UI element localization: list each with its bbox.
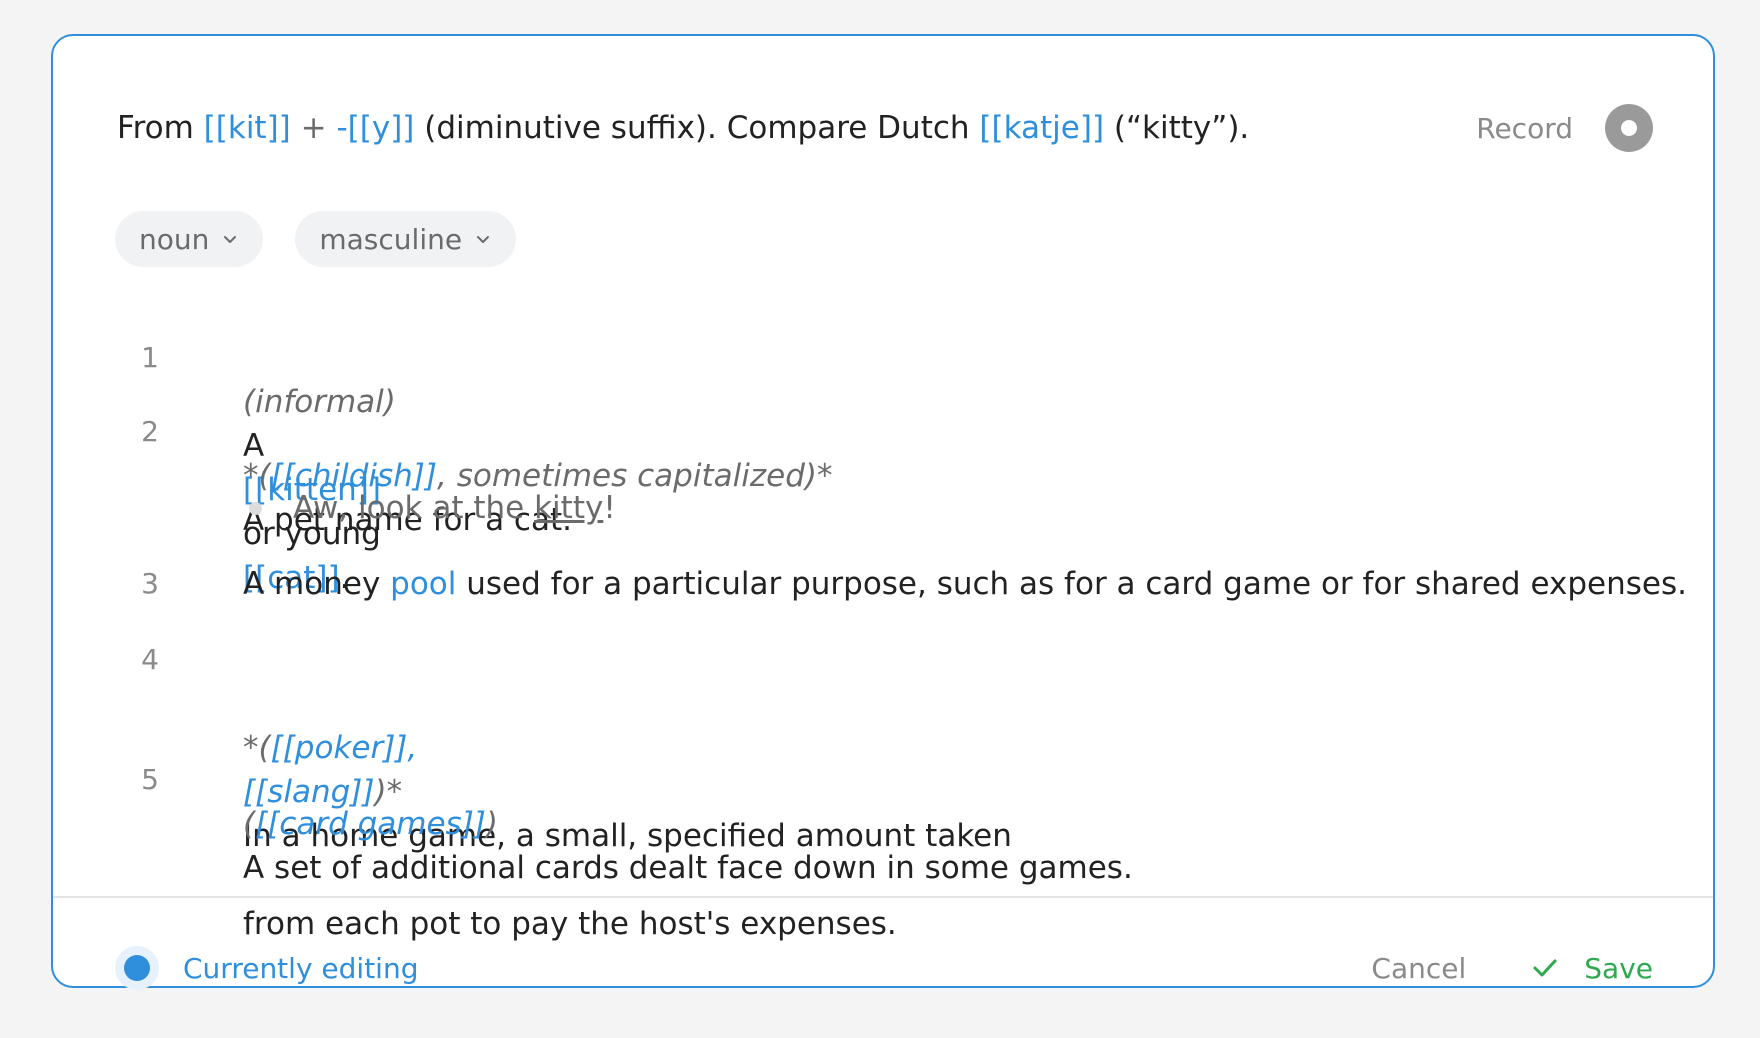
definition-number: 3 <box>141 567 159 600</box>
part-of-speech-dropdown[interactable]: noun <box>115 211 264 267</box>
definition-text: A set of additional cards dealt face dow… <box>243 850 1133 886</box>
definition-text: A money <box>243 566 381 602</box>
definition-item-3[interactable]: 3 A money pool used for a particular pur… <box>129 562 1687 606</box>
example-text-end: ! <box>603 490 616 526</box>
definition-number: 1 <box>141 341 159 374</box>
definition-text: used for a particular purpose, such as f… <box>466 566 1687 602</box>
record-button[interactable] <box>1605 104 1653 152</box>
definition-number: 5 <box>141 763 159 796</box>
etymology-from: From <box>117 110 194 146</box>
example-headword: kitty <box>534 490 604 526</box>
definition-editor-card: From [[kit]] + -[[y]] (diminutive suffix… <box>51 34 1715 990</box>
cancel-button[interactable]: Cancel <box>1371 952 1466 985</box>
chevron-down-icon <box>477 236 490 243</box>
link-kit[interactable]: [[kit]] <box>204 110 291 146</box>
definition-number: 4 <box>141 643 159 676</box>
link-katje[interactable]: [[katje]] <box>979 110 1104 146</box>
usage-example[interactable]: Aw, look at the kitty! <box>243 486 616 530</box>
definition-item-5[interactable]: 5 ([[card games]]) A set of additional c… <box>129 758 1133 890</box>
gender-dropdown[interactable]: masculine <box>295 211 517 267</box>
editing-indicator-icon <box>115 946 159 990</box>
checkmark-icon <box>1533 959 1557 977</box>
definition-label-close: ) <box>485 806 499 842</box>
footer-divider <box>53 896 1713 898</box>
bullet-icon <box>249 502 262 515</box>
definition-number: 2 <box>141 415 159 448</box>
link-card-games[interactable]: [[card games]] <box>255 806 486 842</box>
definition-text-line2: from each pot to pay the host's expenses… <box>243 906 897 942</box>
etymology-plus: + <box>300 110 327 146</box>
etymology-line: From [[kit]] + -[[y]] (diminutive suffix… <box>117 100 1249 156</box>
link-pool[interactable]: pool <box>390 566 456 602</box>
part-of-speech-value: noun <box>139 222 210 256</box>
gender-value: masculine <box>319 222 463 256</box>
record-icon <box>1621 120 1637 136</box>
etymology-gloss: (“kitty”). <box>1113 110 1250 146</box>
etymology-suffix-text: (diminutive suffix). Compare Dutch <box>424 110 970 146</box>
record-label: Record <box>1476 111 1573 145</box>
link-y[interactable]: -[[y]] <box>336 110 414 146</box>
example-text: Aw, look at the <box>293 490 525 526</box>
tag-chips: noun masculine <box>115 211 517 267</box>
chevron-down-icon <box>224 236 237 243</box>
footer-actions: Cancel Save <box>1371 946 1653 990</box>
editing-status: Currently editing <box>115 946 418 990</box>
save-label: Save <box>1584 951 1653 985</box>
save-button[interactable]: Save <box>1532 952 1653 985</box>
record-control: Record <box>1476 100 1653 156</box>
editing-status-label: Currently editing <box>183 951 419 985</box>
definition-label-open: ( <box>243 806 256 842</box>
